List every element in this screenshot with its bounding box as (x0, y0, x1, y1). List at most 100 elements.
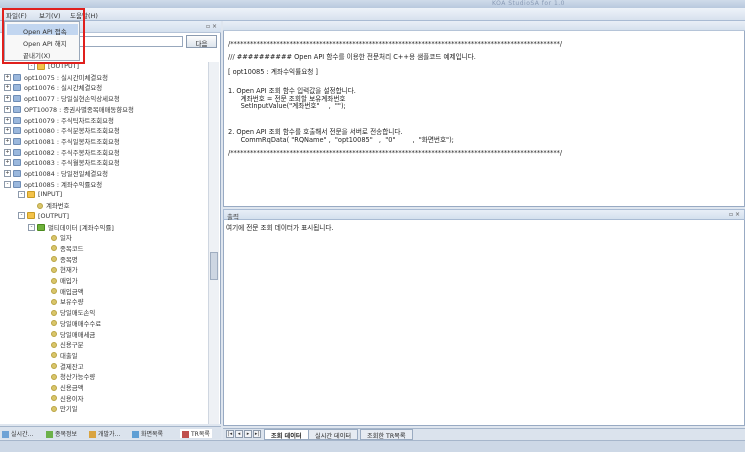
tree-item[interactable]: 현재가 (42, 265, 78, 275)
tree-item[interactable]: + opt10076 : 실시간체결요청 (4, 83, 102, 93)
collapse-icon[interactable]: - (18, 212, 25, 220)
tree-item-label: 매입가 (60, 277, 78, 285)
tree-item[interactable]: + opt10075 : 실시간미체결요청 (4, 73, 108, 83)
tree-item-label: [INPUT] (38, 190, 63, 199)
tree-item[interactable]: - [INPUT] (18, 190, 62, 200)
tree-item[interactable]: 청산가능수량 (42, 372, 95, 382)
doc-icon (13, 170, 21, 177)
collapse-icon[interactable]: - (4, 180, 11, 188)
tree-item[interactable]: + opt10084 : 당일전일체결요청 (4, 169, 108, 179)
tree-item-label: 계좌번호 (46, 202, 70, 211)
tab-tr-list[interactable]: TR목록 (180, 429, 212, 438)
tree-item[interactable]: - [OUTPUT] (18, 212, 69, 222)
item-icon (37, 202, 43, 209)
pin-icon[interactable]: ▫ × (206, 23, 217, 30)
tree-item[interactable]: - [OUTPUT] (28, 62, 79, 72)
doc-icon (13, 127, 21, 135)
tree-item-label: 종목코드 (60, 244, 84, 253)
expand-icon[interactable]: + (4, 127, 11, 135)
tab-queried-tr-list[interactable]: 조회한 TR목록 (360, 429, 413, 440)
tab-label: 화면목록 (141, 431, 164, 438)
menu-help[interactable]: 도움말(H) (67, 10, 101, 20)
menu-item-open-api-connect[interactable]: Open API 접속 (7, 24, 78, 36)
tree-item[interactable]: 종목코드 (42, 244, 84, 254)
tree-item[interactable]: 일자 (42, 233, 72, 243)
item-icon (51, 341, 57, 348)
doc-icon (13, 159, 21, 167)
tree-item-label: 종목명 (60, 255, 78, 264)
tree-item[interactable]: + opt10077 : 당일실현손익상세요청 (4, 94, 120, 104)
tree-item[interactable]: + OPT10078 : 증권사별종목매매동향요청 (4, 105, 134, 115)
tree-item[interactable]: 당일매매수수료 (42, 319, 101, 329)
tree-item-label: opt10081 : 주식일봉차트조회요청 (24, 137, 120, 146)
next-tab-icon[interactable]: ▸ (244, 430, 252, 438)
next-button[interactable]: 다음 (186, 35, 217, 48)
status-bar (0, 440, 745, 452)
collapse-icon[interactable]: - (28, 223, 35, 231)
doc-icon (13, 148, 21, 156)
pin-icon[interactable]: ▫ × (729, 211, 740, 218)
tree-item-label: 신용구분 (60, 341, 84, 350)
collapse-icon[interactable]: - (28, 62, 35, 70)
expand-icon[interactable]: + (4, 148, 11, 156)
tree-item[interactable]: 당일매도손익 (42, 308, 95, 318)
tree-item-label: 청산가능수량 (60, 373, 96, 382)
tree-item[interactable]: 계좌번호 (28, 201, 70, 211)
tree-item[interactable]: - 멀티데이터 [계좌수익률] (28, 223, 114, 233)
tree-item[interactable]: + opt10082 : 주식주봉차트조회요청 (4, 148, 120, 158)
item-icon (51, 405, 57, 412)
expand-icon[interactable]: + (4, 116, 11, 124)
tab-realtime[interactable]: 실시간... (2, 429, 33, 438)
tree-item[interactable]: 신용금액 (42, 383, 84, 393)
tree-scrollbar[interactable] (208, 62, 219, 424)
scrollbar-thumb[interactable] (210, 252, 218, 280)
menu-view[interactable]: 보기(V) (36, 10, 63, 20)
first-tab-icon[interactable]: |◂ (226, 430, 234, 438)
expand-icon[interactable]: + (4, 105, 11, 113)
tree-item[interactable]: - opt10085 : 계좌수익률요청 (4, 180, 102, 190)
tree-item[interactable]: 매입가 (42, 276, 78, 286)
tree-item[interactable]: 보유수량 (42, 297, 84, 307)
menu-item-exit[interactable]: 끝내기(X) (7, 48, 78, 60)
multi-icon (37, 223, 45, 231)
tab-dev-guide[interactable]: 개발가... (89, 429, 120, 438)
menu-file[interactable]: 파일(F) (3, 10, 30, 20)
tab-label: TR목록 (191, 431, 210, 438)
code-line: SetInputValue("계좌번호" , ""); (228, 102, 346, 110)
expand-icon[interactable]: + (4, 84, 11, 92)
expand-icon[interactable]: + (4, 73, 11, 81)
tree-item[interactable]: 결제잔고 (42, 362, 84, 372)
expand-icon[interactable]: + (4, 95, 11, 103)
expand-icon[interactable]: + (4, 159, 11, 167)
tree-item-label: opt10076 : 실시간체결요청 (24, 84, 103, 93)
tree-item-label: opt10085 : 계좌수익률요청 (24, 180, 103, 189)
left-panel-tabs: 실시간... 종목정보 개발가... 화면목록 TR목록 (0, 426, 221, 439)
expand-icon[interactable]: + (4, 137, 11, 145)
tree-item[interactable]: 당일매매세금 (42, 330, 95, 340)
tree-item[interactable]: 대출일 (42, 351, 78, 361)
tree-item-label: opt10083 : 주식월봉차트조회요청 (24, 159, 120, 168)
last-tab-icon[interactable]: ▸| (253, 430, 261, 438)
tab-stock-info[interactable]: 종목정보 (46, 429, 77, 438)
tree-item[interactable]: + opt10080 : 주식분봉차트조회요청 (4, 126, 120, 136)
tree-item-label: opt10075 : 실시간미체결요청 (24, 73, 109, 82)
tab-realtime-data[interactable]: 실시간 데이터 (308, 429, 359, 440)
tree-item[interactable]: 종목명 (42, 255, 78, 265)
menu-item-open-api-disconnect[interactable]: Open API 해지 (7, 36, 78, 48)
doc-icon (13, 73, 21, 81)
tree-item-label: 당일매매세금 (60, 330, 96, 339)
tree-item[interactable]: 만기일 (42, 404, 78, 414)
tab-query-data[interactable]: 조회 데이터 (264, 429, 309, 440)
tab-screen-list[interactable]: 화면목록 (132, 429, 163, 438)
tree-item[interactable]: + opt10083 : 주식월봉차트조회요청 (4, 158, 120, 168)
code-line: CommRqData( "RQName" , "opt10085" , "0" … (228, 136, 454, 144)
tree-item[interactable]: 신용이자 (42, 394, 84, 404)
tree-item[interactable]: + opt10081 : 주식일봉차트조회요청 (4, 137, 120, 147)
code-panel (223, 21, 745, 207)
tree-item[interactable]: 매입금액 (42, 287, 84, 297)
tree-item[interactable]: 신용구분 (42, 340, 84, 350)
collapse-icon[interactable]: - (18, 190, 25, 198)
prev-tab-icon[interactable]: ◂ (235, 430, 243, 438)
expand-icon[interactable]: + (4, 170, 11, 177)
tree-item[interactable]: + opt10079 : 주식틱차트조회요청 (4, 116, 114, 126)
